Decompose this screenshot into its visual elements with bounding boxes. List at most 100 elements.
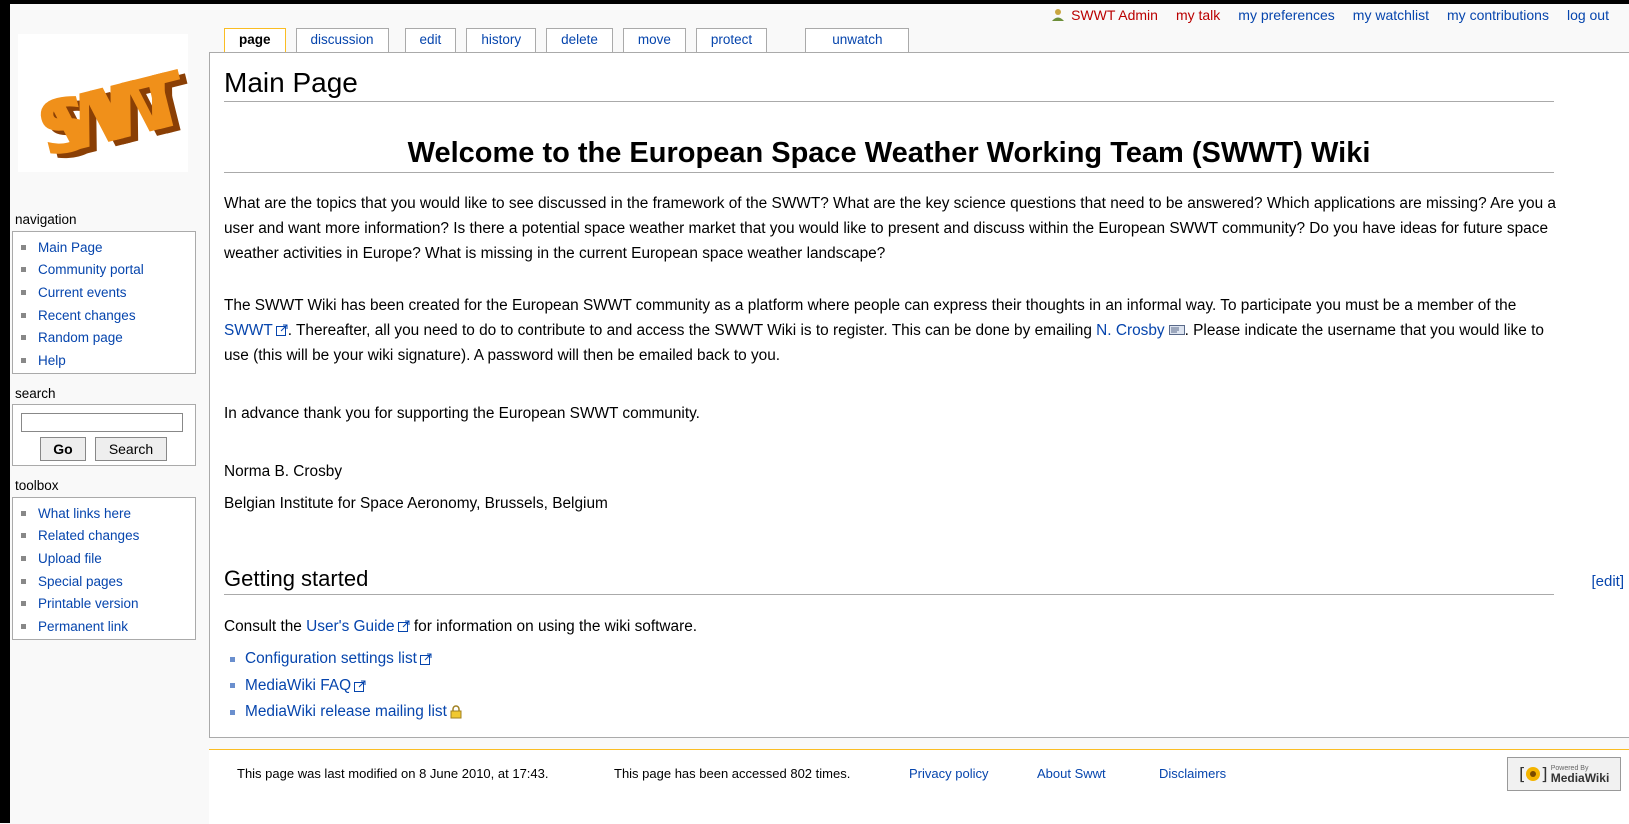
swwt-link-label: SWWT	[224, 322, 273, 339]
sidebar-item-community-portal[interactable]: Community portal	[21, 259, 195, 282]
bullet	[21, 533, 26, 539]
crosby-link-label: N. Crosby	[1096, 322, 1165, 339]
tab-discussion[interactable]: discussion	[295, 28, 389, 52]
sidebar-item-label: Related changes	[38, 528, 140, 544]
sidebar-item-label: Upload file	[38, 550, 102, 566]
sidebar-item-what-links-here[interactable]: What links here	[21, 502, 195, 525]
signature-institute: Belgian Institute for Space Aeronomy, Br…	[224, 495, 608, 512]
thanks-paragraph: In advance thank you for supporting the …	[224, 405, 700, 422]
site-logo[interactable]: SWWT SWWT	[18, 34, 188, 172]
edit-section-link[interactable]: [edit]	[1591, 573, 1624, 590]
navigation-portlet: Main Page Community portal Current event…	[12, 231, 196, 374]
my-contributions-link[interactable]: my contributions	[1447, 7, 1549, 23]
sidebar-item-label: Permanent link	[38, 618, 129, 634]
toolbox-heading: toolbox	[15, 478, 59, 493]
search-portlet: Go Search	[12, 404, 196, 466]
mediawiki-faq-link[interactable]: MediaWiki FAQ	[245, 677, 351, 695]
sidebar-item-label: What links here	[38, 505, 132, 521]
sidebar-item-label: Random page	[38, 330, 123, 346]
participation-text-2: . Thereafter, all you need to do to cont…	[287, 322, 1097, 339]
bullet	[21, 312, 26, 318]
log-out-link[interactable]: log out	[1567, 7, 1609, 23]
tab-history[interactable]: history	[466, 28, 537, 52]
privacy-policy-link[interactable]: Privacy policy	[909, 766, 988, 781]
personal-tools: SWWT Admin my talk my preferences my wat…	[1051, 7, 1609, 23]
page-title: Main Page	[224, 67, 1554, 102]
tab-unwatch[interactable]: unwatch	[805, 28, 910, 52]
my-talk-link[interactable]: my talk	[1176, 7, 1220, 23]
sidebar-item-label: Recent changes	[38, 307, 136, 323]
tab-protect[interactable]: protect	[695, 28, 768, 52]
bullet	[21, 578, 26, 584]
list-item: MediaWiki FAQ	[230, 673, 462, 700]
external-link-icon	[275, 324, 288, 336]
sidebar-item-random-page[interactable]: Random page	[21, 326, 195, 349]
swwt-external-link[interactable]: SWWT	[224, 322, 288, 339]
bullet	[230, 709, 235, 715]
consult-text-post: for information on using the wiki softwa…	[409, 618, 698, 635]
svg-text:[: [	[1519, 765, 1526, 785]
configuration-settings-link[interactable]: Configuration settings list	[245, 650, 417, 668]
sidebar-item-special-pages[interactable]: Special pages	[21, 570, 195, 593]
sunflower-icon: [ ]	[1519, 765, 1547, 785]
tab-delete[interactable]: delete	[546, 28, 613, 52]
getting-started-heading: Getting started	[224, 566, 1554, 595]
bullet	[21, 289, 26, 295]
tab-edit[interactable]: edit	[404, 28, 457, 52]
footer: This page was last modified on 8 June 20…	[209, 749, 1629, 824]
consult-text-pre: Consult the	[224, 618, 307, 635]
bullet	[21, 335, 26, 341]
search-input[interactable]	[21, 413, 183, 432]
external-link-icon	[354, 680, 366, 692]
users-guide-link[interactable]: User's Guide	[306, 618, 410, 635]
bullet	[21, 623, 26, 629]
search-button[interactable]: Search	[95, 437, 167, 461]
disclaimers-link[interactable]: Disclaimers	[1159, 766, 1226, 781]
sidebar-item-main-page[interactable]: Main Page	[21, 236, 195, 259]
svg-text:]: ]	[1541, 765, 1547, 785]
sidebar-item-label: Community portal	[38, 262, 144, 278]
access-count-text: This page has been accessed 802 times.	[614, 766, 851, 781]
tab-move[interactable]: move	[622, 28, 686, 52]
about-link[interactable]: About Swwt	[1037, 766, 1106, 781]
content-actions: page discussion edit history delete move…	[224, 28, 910, 52]
sidebar-item-printable-version[interactable]: Printable version	[21, 592, 195, 615]
bullet	[230, 656, 235, 662]
bullet	[21, 601, 26, 607]
sidebar-item-label: Help	[38, 352, 66, 368]
mediawiki-mailing-list-link[interactable]: MediaWiki release mailing list	[245, 703, 447, 721]
users-guide-label: User's Guide	[306, 618, 395, 635]
sidebar-item-current-events[interactable]: Current events	[21, 281, 195, 304]
my-preferences-link[interactable]: my preferences	[1238, 7, 1334, 23]
participation-paragraph: The SWWT Wiki has been created for the E…	[224, 293, 1564, 368]
user-page-link[interactable]: SWWT Admin	[1051, 7, 1158, 23]
sidebar-item-upload-file[interactable]: Upload file	[21, 547, 195, 570]
signature-name: Norma B. Crosby	[224, 463, 343, 480]
external-link-icon	[397, 620, 410, 632]
go-button[interactable]: Go	[40, 437, 86, 461]
bullet	[21, 555, 26, 561]
powered-by-text: Powered By MediaWiki	[1551, 765, 1610, 784]
toolbox-portlet: What links here Related changes Upload f…	[12, 497, 196, 640]
powered-by-mediawiki-badge[interactable]: [ ] Powered By MediaWiki	[1507, 757, 1621, 791]
external-link-icon	[419, 653, 432, 666]
welcome-heading: Welcome to the European Space Weather Wo…	[224, 137, 1554, 173]
bullet	[230, 683, 235, 689]
sidebar-item-permanent-link[interactable]: Permanent link	[21, 615, 195, 638]
sidebar-item-recent-changes[interactable]: Recent changes	[21, 304, 195, 327]
tab-page[interactable]: page	[224, 28, 286, 52]
intro-paragraph: What are the topics that you would like …	[224, 195, 1556, 262]
sidebar-item-related-changes[interactable]: Related changes	[21, 525, 195, 548]
getting-started-list: Configuration settings list MediaWiki FA…	[230, 646, 462, 726]
sidebar-item-help[interactable]: Help	[21, 349, 195, 372]
sidebar-item-label: Main Page	[38, 239, 103, 255]
user-icon	[1052, 9, 1065, 21]
powered-by-big: MediaWiki	[1550, 770, 1610, 785]
sidebar-item-label: Special pages	[38, 573, 123, 589]
crosby-email-link[interactable]: N. Crosby	[1096, 322, 1185, 339]
main-content: Main Page Welcome to the European Space …	[209, 52, 1629, 738]
list-item: MediaWiki release mailing list	[230, 699, 462, 726]
list-item: Configuration settings list	[230, 646, 462, 673]
bullet	[21, 510, 26, 516]
my-watchlist-link[interactable]: my watchlist	[1353, 7, 1429, 23]
